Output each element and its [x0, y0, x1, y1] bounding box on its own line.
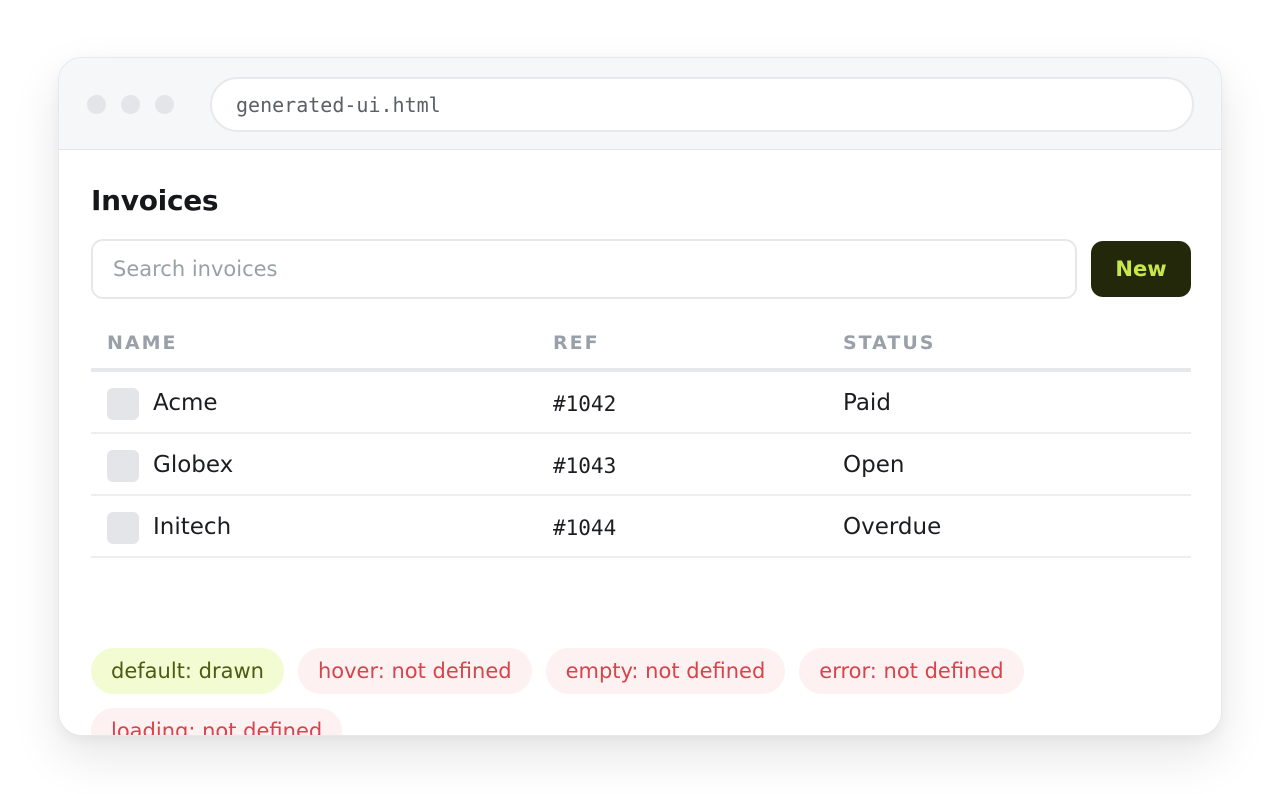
invoice-ref: #1044 [553, 516, 617, 540]
search-input[interactable] [91, 239, 1077, 299]
invoice-status: Paid [843, 390, 891, 416]
table-row[interactable]: Globex #1043 Open [91, 434, 1191, 496]
column-header-status[interactable]: STATUS [843, 332, 935, 354]
invoice-status: Overdue [843, 514, 942, 540]
invoice-table: NAME REF STATUS Acme #1042 Paid Globex #… [91, 322, 1191, 558]
invoice-name: Initech [153, 514, 232, 540]
table-row[interactable]: Initech #1044 Overdue [91, 496, 1191, 558]
state-chip-empty: empty: not defined [545, 648, 786, 694]
column-header-name[interactable]: NAME [107, 332, 178, 354]
new-invoice-button[interactable]: New [1091, 241, 1191, 297]
window-minimize-dot-icon[interactable] [121, 95, 140, 114]
row-checkbox[interactable] [107, 450, 139, 482]
table-header: NAME REF STATUS [91, 322, 1191, 372]
browser-window: generated-ui.html Invoices New NAME REF … [58, 57, 1222, 736]
invoice-status: Open [843, 452, 905, 478]
window-close-dot-icon[interactable] [87, 95, 106, 114]
state-chip-default: default: drawn [91, 648, 284, 694]
address-bar-url: generated-ui.html [236, 92, 441, 117]
row-checkbox[interactable] [107, 388, 139, 420]
column-header-ref[interactable]: REF [553, 332, 600, 354]
page-title: Invoices [91, 184, 219, 217]
row-checkbox[interactable] [107, 512, 139, 544]
table-row[interactable]: Acme #1042 Paid [91, 372, 1191, 434]
state-chip-error: error: not defined [799, 648, 1024, 694]
invoice-name: Acme [153, 390, 218, 416]
state-chip-hover: hover: not defined [297, 648, 532, 694]
window-maximize-dot-icon[interactable] [155, 95, 174, 114]
invoice-ref: #1043 [553, 454, 617, 478]
address-bar[interactable]: generated-ui.html [210, 77, 1194, 132]
invoice-name: Globex [153, 452, 234, 478]
browser-titlebar: generated-ui.html [59, 58, 1221, 150]
state-chip-loading: loading: not defined [91, 708, 343, 735]
invoice-ref: #1042 [553, 392, 617, 416]
state-coverage-chips: default: drawn hover: not defined empty:… [91, 648, 1191, 735]
